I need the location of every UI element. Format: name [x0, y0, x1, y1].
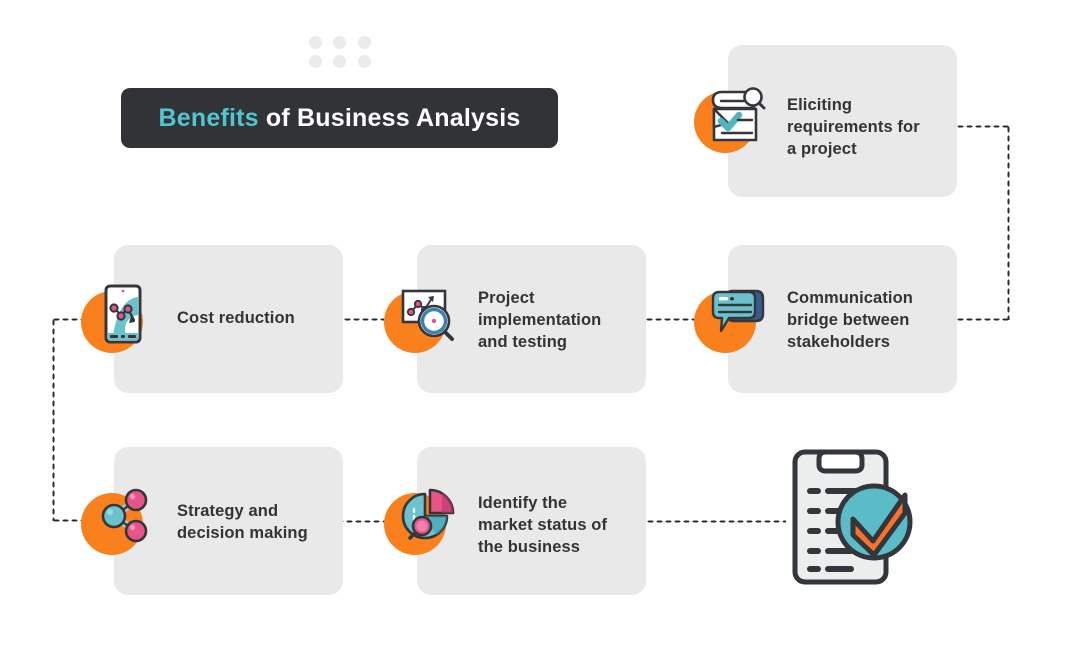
card-label-cost-reduction: Cost reduction [177, 309, 295, 327]
connector-cost-left [52, 318, 84, 321]
card-label-communication-bridge: Communication bridge between stakeholder… [787, 289, 913, 351]
card-label-project-implementation: Project implementation and testing [478, 289, 602, 351]
connector-strategy-to-identify [336, 520, 386, 523]
icon-badge-cost-reduction [81, 283, 151, 353]
connector-into-communication [956, 318, 1010, 321]
page-title: Benefits of Business Analysis [159, 104, 521, 133]
infographic-canvas: Benefits of Business Analysis Eliciting … [0, 0, 1080, 654]
page-title-accent: Benefits [158, 103, 259, 132]
page-title-rest: of Business Analysis [258, 103, 521, 132]
card-label-identify-market: Identify the market status of the busine… [478, 494, 608, 556]
connector-eliciting-right [956, 125, 1010, 128]
clipboard-check-icon [783, 443, 926, 591]
decor-dot [358, 36, 372, 49]
connector-communication-to-project [645, 318, 697, 321]
pie-chart-magnifier-icon [398, 485, 458, 547]
network-nodes-icon [95, 485, 155, 547]
mobile-chart-icon [95, 283, 155, 345]
card-label-eliciting: Eliciting requirements for a project [787, 96, 920, 158]
connector-eliciting-down [1007, 125, 1010, 320]
chart-magnifier-icon [398, 283, 458, 345]
connector-identify-to-clipboard [646, 520, 786, 523]
connector-cost-down [52, 318, 55, 521]
icon-badge-communication-bridge [694, 283, 765, 353]
speech-bubbles-icon [708, 283, 768, 345]
decorative-dot-grid [303, 33, 377, 71]
decor-dot [333, 36, 347, 49]
decor-dot [358, 55, 372, 68]
decor-dot [308, 36, 322, 49]
icon-badge-eliciting [694, 83, 766, 153]
card-label-strategy-decision: Strategy and decision making [177, 502, 308, 542]
title-banner: Benefits of Business Analysis [121, 88, 558, 148]
icon-badge-strategy-decision [81, 485, 151, 555]
icon-badge-identify-market [384, 485, 455, 555]
icon-badge-project-implementation [384, 283, 454, 353]
document-search-icon [708, 83, 768, 145]
connector-into-strategy [52, 519, 84, 522]
decor-dot [333, 55, 347, 68]
decor-dot [308, 55, 322, 68]
